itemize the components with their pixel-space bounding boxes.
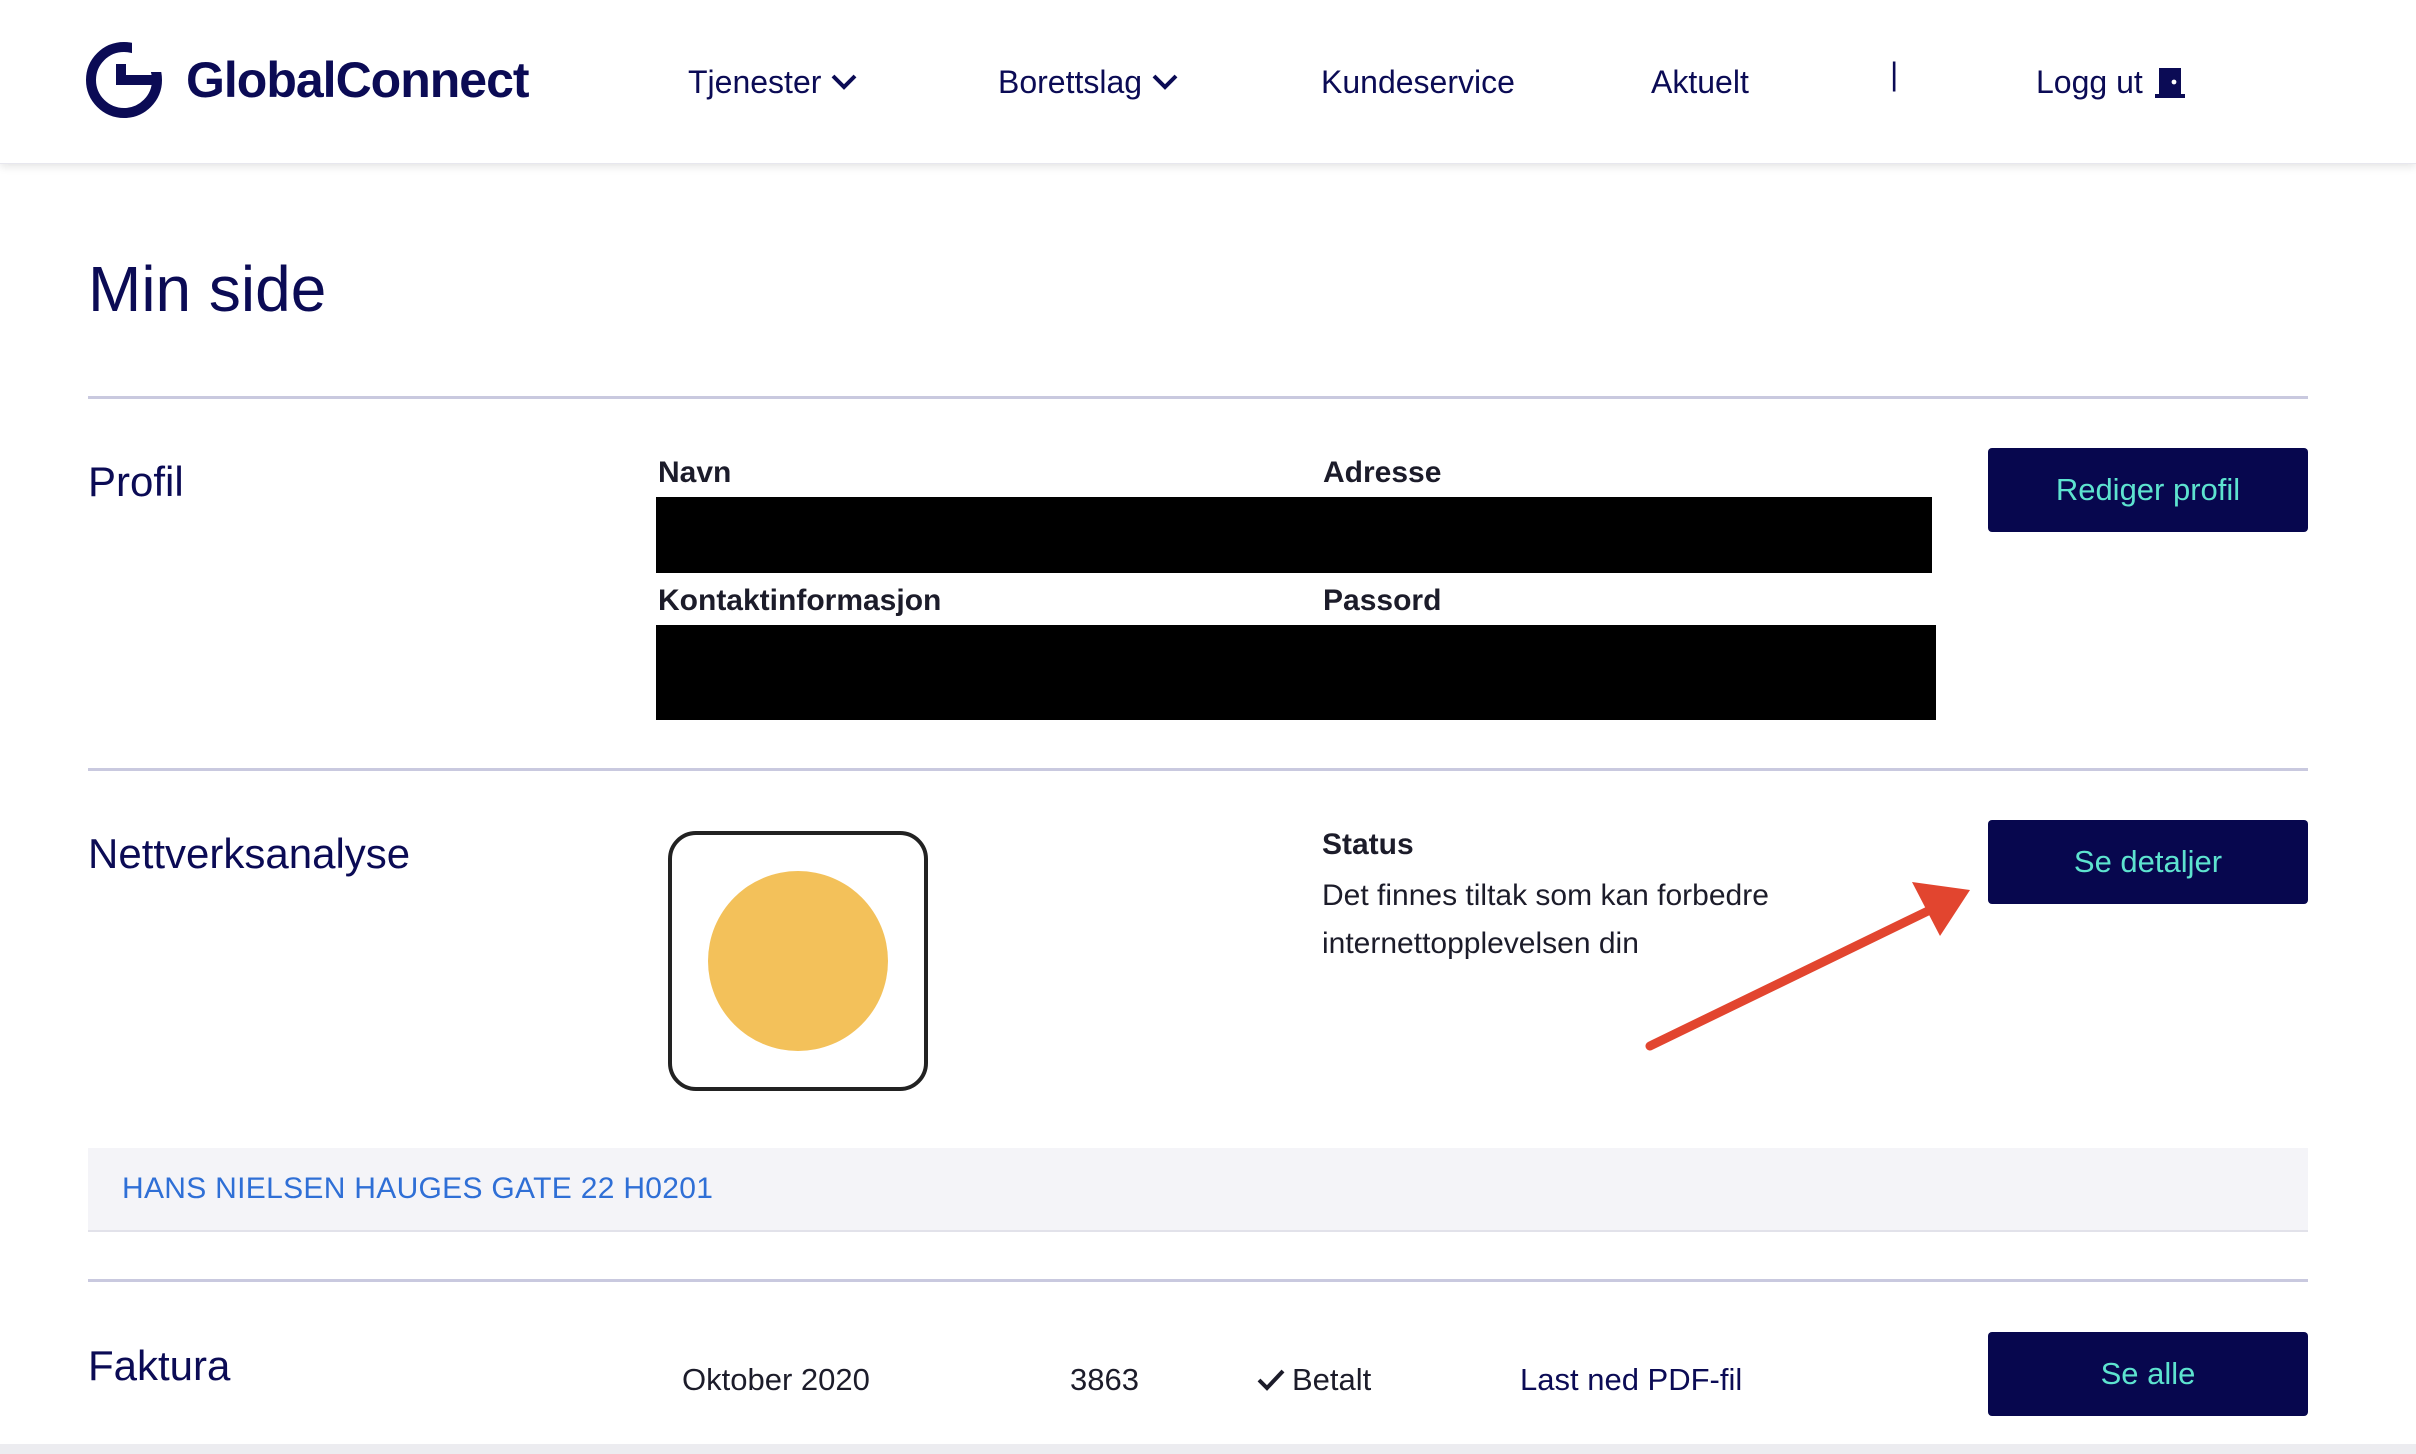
invoice-status-label: Betalt — [1292, 1362, 1372, 1397]
nav-aktuelt[interactable]: Aktuelt — [1651, 56, 1749, 108]
chevron-down-icon — [1152, 74, 1178, 90]
nav-separator: | — [1890, 56, 1899, 92]
nav-aktuelt-label: Aktuelt — [1651, 63, 1749, 100]
password-label: Passord — [1323, 584, 1442, 617]
invoice-status: Betalt — [1256, 1362, 1371, 1398]
logout-label: Logg ut — [2036, 63, 2143, 100]
nav-kundeservice[interactable]: Kundeservice — [1321, 56, 1515, 108]
door-exit-icon — [2154, 68, 2185, 98]
invoice-section-title: Faktura — [88, 1342, 231, 1389]
brand-logo[interactable]: GlobalConnect — [86, 40, 530, 120]
status-description: Det finnes tiltak som kan forbedre inter… — [1322, 879, 1769, 960]
status-dot — [708, 871, 888, 1051]
address-label: Adresse — [1323, 456, 1442, 489]
bottom-edge — [0, 1444, 2416, 1454]
invoice-amount: 3863 — [1070, 1362, 1139, 1397]
site-header: GlobalConnect Tjenester Borettslag Kunde… — [0, 0, 2416, 164]
status-label: Status — [1322, 828, 1414, 861]
globalconnect-logo-icon — [86, 42, 162, 118]
annotation-arrow — [1645, 882, 1970, 1051]
nav-borettslag[interactable]: Borettslag — [998, 56, 1178, 108]
profile-section-title: Profil — [88, 458, 184, 505]
network-section-title: Nettverksanalyse — [88, 830, 411, 877]
network-address[interactable]: HANS NIELSEN HAUGES GATE 22 H0201 — [122, 1172, 713, 1206]
redacted-contact-info — [656, 625, 1936, 720]
network-address-bar[interactable]: HANS NIELSEN HAUGES GATE 22 H0201 — [88, 1148, 2308, 1232]
name-label: Navn — [658, 456, 732, 489]
network-status-indicator — [668, 831, 928, 1091]
see-details-button[interactable]: Se detaljer — [1988, 820, 2308, 904]
checkmark-icon — [1257, 1369, 1285, 1391]
edit-profile-button[interactable]: Rediger profil — [1988, 448, 2308, 532]
chevron-down-icon — [831, 74, 857, 90]
redacted-profile-info — [656, 497, 1932, 573]
nav-borettslag-label: Borettslag — [998, 63, 1143, 100]
logout-link[interactable]: Logg ut — [2036, 56, 2187, 108]
section-divider — [88, 396, 2308, 399]
nav-kundeservice-label: Kundeservice — [1321, 63, 1515, 100]
section-divider — [88, 1279, 2308, 1282]
brand-name: GlobalConnect — [186, 52, 530, 108]
download-pdf-link[interactable]: Last ned PDF-fil — [1520, 1362, 1742, 1398]
section-divider — [88, 768, 2308, 771]
contact-label: Kontaktinformasjon — [658, 584, 942, 617]
page-title: Min side — [88, 253, 327, 325]
see-all-invoices-button[interactable]: Se alle — [1988, 1332, 2308, 1416]
invoice-period: Oktober 2020 — [682, 1362, 870, 1397]
nav-tjenester[interactable]: Tjenester — [688, 56, 857, 108]
nav-tjenester-label: Tjenester — [688, 63, 822, 100]
